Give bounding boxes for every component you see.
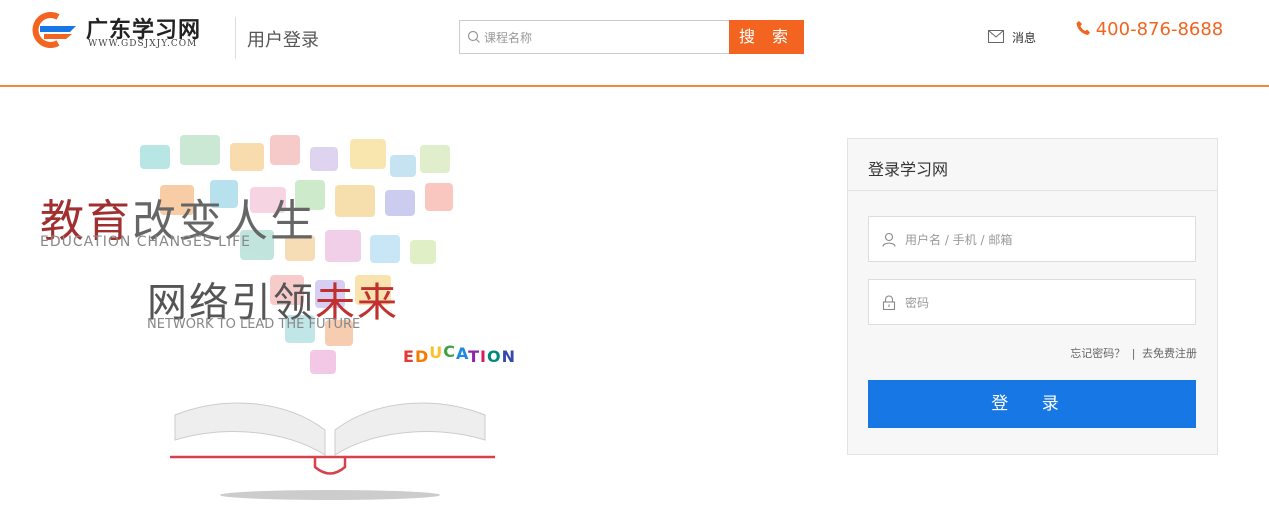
messages-label: 消息: [1012, 31, 1037, 45]
username-field[interactable]: [868, 216, 1196, 262]
edu-letter: D: [414, 347, 430, 366]
password-field[interactable]: [868, 279, 1196, 325]
login-links: 忘记密码？ | 去免费注册: [1070, 345, 1197, 361]
login-panel: 登录学习网 忘记密码？ | 去免费注册 登 录: [847, 138, 1218, 455]
phone-icon: [1076, 21, 1090, 35]
edu-letter: T: [468, 347, 481, 366]
header: 广东学习网 WWW.GDSJXJY.COM 用户登录 搜 索 消息 400-87…: [0, 0, 1269, 87]
edu-letter: E: [403, 347, 415, 366]
login-header: 登录学习网: [848, 139, 1217, 191]
edu-letter: U: [429, 343, 444, 362]
edu-letter: A: [455, 344, 469, 363]
search-icon: [467, 30, 480, 43]
login-title: 登录学习网: [868, 160, 949, 179]
search-box: [459, 20, 729, 54]
login-button[interactable]: 登 录: [868, 380, 1196, 428]
page-title: 用户登录: [247, 30, 319, 51]
register-link[interactable]: 去免费注册: [1142, 347, 1197, 360]
logo-icon: [32, 12, 76, 48]
hero-banner: 教育改变人生 EDUCATION CHANGES LIFE 网络引领未来 NET…: [0, 105, 560, 505]
forgot-password-link[interactable]: 忘记密码？: [1070, 347, 1125, 360]
lock-icon: [882, 295, 896, 310]
edu-letter: O: [486, 347, 502, 366]
open-book-icon: [170, 402, 495, 500]
site-logo[interactable]: 广东学习网 WWW.GDSJXJY.COM: [28, 12, 218, 49]
header-divider: [235, 17, 236, 59]
user-icon: [882, 232, 896, 247]
edu-letter: C: [443, 342, 456, 361]
search-button[interactable]: 搜 索: [729, 20, 804, 54]
hotline: 400-876-8688: [1076, 19, 1223, 40]
mail-icon: [988, 30, 1004, 43]
edu-letter: N: [501, 347, 516, 366]
edu-letter: I: [480, 347, 487, 366]
username-input[interactable]: [905, 230, 1185, 250]
slogan-line1-en: EDUCATION CHANGES LIFE: [40, 234, 251, 250]
education-word: EDUCATION: [403, 342, 516, 366]
logo-url: WWW.GDSJXJY.COM: [88, 39, 198, 49]
password-input[interactable]: [905, 293, 1185, 313]
phone-number: 400-876-8688: [1095, 19, 1224, 40]
slogan-line2-en: NETWORK TO LEAD THE FUTURE: [147, 317, 361, 332]
link-separator: |: [1131, 347, 1136, 360]
search-input[interactable]: [484, 29, 724, 47]
search-bar: 搜 索: [459, 20, 804, 54]
